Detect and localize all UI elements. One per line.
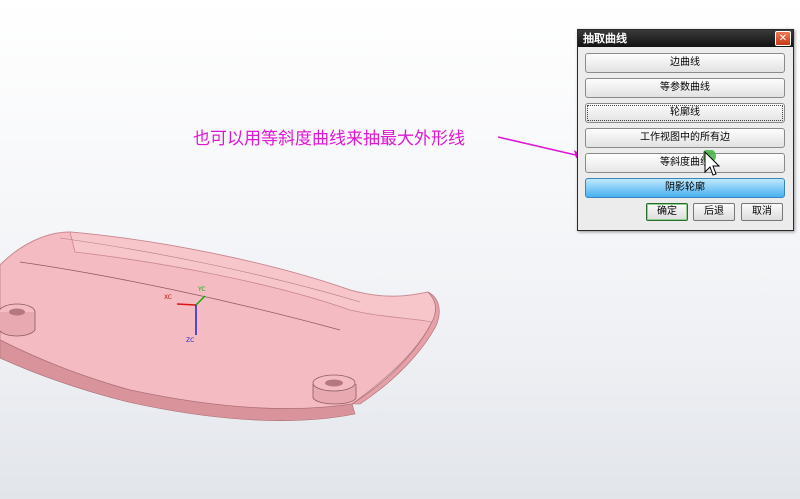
left-boss [0,303,36,337]
option-list: 边曲线 等参数曲线 轮廓线 工作视图中的所有边 等斜度曲线 阴影轮廓 [585,53,785,203]
triad-label-zc: ZC [186,337,195,344]
isocline-curve-button[interactable]: 等斜度曲线 [585,153,785,173]
close-icon[interactable]: ✕ [775,31,791,46]
silhouette-button[interactable]: 轮廓线 [585,103,785,123]
right-boss [312,374,357,405]
isoparametric-curve-button[interactable]: 等参数曲线 [585,78,785,98]
ok-button[interactable]: 确定 [646,203,688,221]
cancel-button[interactable]: 取消 [741,203,783,221]
mouse-cursor-icon [703,150,721,176]
edge-curve-button[interactable]: 边曲线 [585,53,785,73]
triad-label-yc: YC [198,286,206,293]
all-edges-in-work-view-button[interactable]: 工作视图中的所有边 [585,128,785,148]
extract-curve-dialog: 抽取曲线 ✕ 边曲线 等参数曲线 轮廓线 工作视图中的所有边 等斜度曲线 阴影轮… [577,29,794,231]
triad-label-xc: XC [164,294,172,301]
annotation-text: 也可以用等斜度曲线来抽最大外形线 [193,129,465,149]
dialog-titlebar[interactable]: 抽取曲线 ✕ [578,30,793,47]
back-button[interactable]: 后退 [693,203,735,221]
shell-part[interactable] [0,231,440,421]
shadow-outline-button[interactable]: 阴影轮廓 [585,178,785,198]
dialog-footer: 确定 后退 取消 [578,203,793,223]
dialog-title: 抽取曲线 [583,32,627,45]
